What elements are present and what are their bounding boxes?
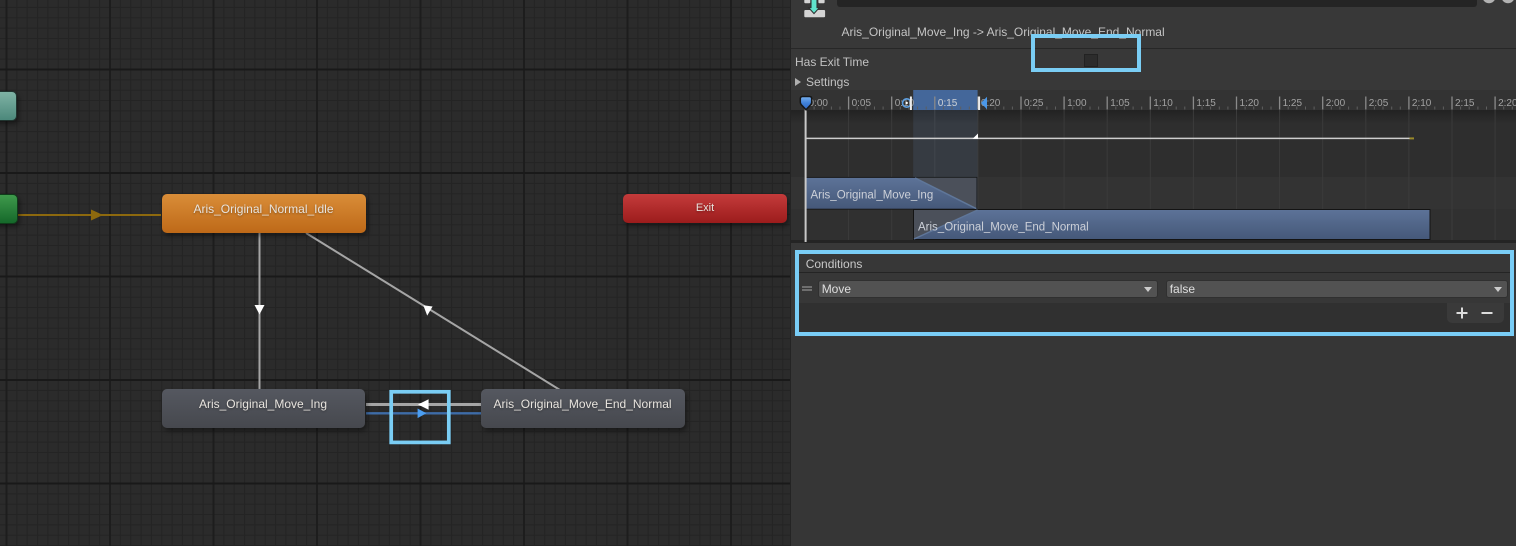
svg-text:1:10: 1:10 (1153, 98, 1173, 109)
svg-text:2:15: 2:15 (1455, 98, 1475, 109)
svg-text:2:00: 2:00 (1326, 98, 1346, 109)
svg-text:0:15: 0:15 (938, 98, 958, 109)
svg-text:1:05: 1:05 (1110, 98, 1130, 109)
svg-text:1:00: 1:00 (1067, 98, 1087, 109)
svg-text:2:10: 2:10 (1412, 98, 1432, 109)
svg-text:1:15: 1:15 (1196, 98, 1216, 109)
svg-text:0:05: 0:05 (852, 98, 872, 109)
svg-text:1:25: 1:25 (1283, 98, 1303, 109)
svg-text:Aris_Original_Move_End_Normal: Aris_Original_Move_End_Normal (918, 221, 1089, 233)
svg-text:2:05: 2:05 (1369, 98, 1389, 109)
svg-text:0:25: 0:25 (1024, 98, 1044, 109)
svg-text:2:20: 2:20 (1498, 98, 1516, 109)
svg-text:1:20: 1:20 (1240, 98, 1260, 109)
svg-text:Aris_Original_Move_Ing: Aris_Original_Move_Ing (811, 190, 934, 202)
